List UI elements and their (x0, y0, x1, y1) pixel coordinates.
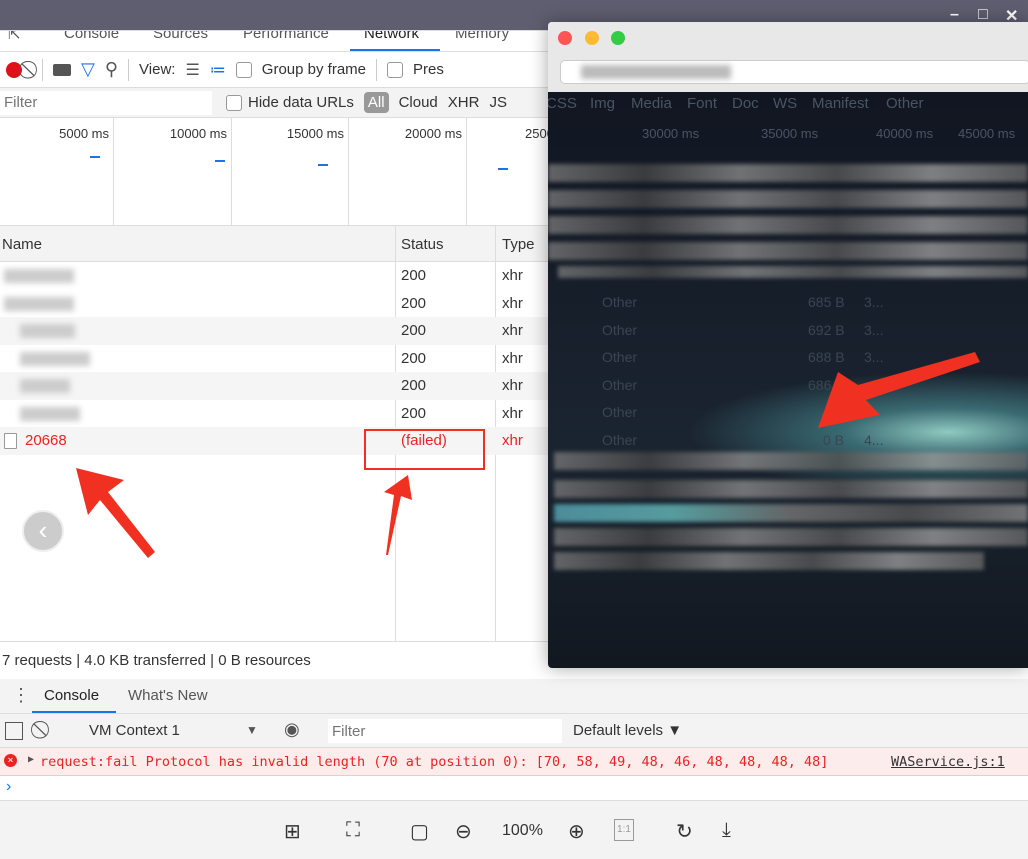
annotations (76, 352, 980, 558)
annotation-arrow (818, 352, 980, 428)
annotation-arrow (384, 475, 412, 555)
highlight-box (364, 429, 485, 470)
annotation-arrow (76, 468, 155, 558)
